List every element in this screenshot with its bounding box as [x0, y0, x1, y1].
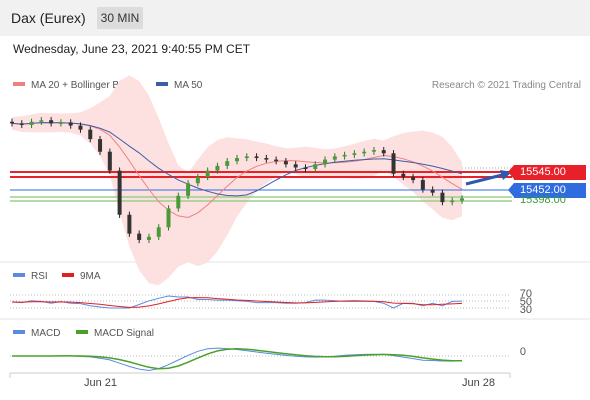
candle-body	[98, 139, 103, 152]
candle-body	[254, 156, 259, 159]
candle-body	[362, 151, 367, 154]
candle-body	[303, 167, 308, 170]
candle-body	[352, 153, 357, 155]
support-price-label: 15398.00	[520, 194, 566, 206]
candle-body	[19, 123, 24, 125]
candle-body	[440, 192, 445, 203]
legend-9ma-label: 9MA	[80, 271, 101, 282]
x-tick-jun28: Jun 28	[462, 377, 496, 389]
candle-body	[323, 159, 328, 165]
candle-body	[146, 236, 151, 240]
legend-swatch-9ma	[62, 273, 74, 278]
candle-body	[88, 129, 93, 140]
candle-body	[68, 122, 73, 126]
candle-body	[29, 121, 34, 125]
candle-body	[332, 156, 337, 160]
candle-body	[225, 161, 230, 166]
candle-body	[137, 233, 142, 240]
macd-zero-label: 0	[519, 346, 526, 358]
candle-body	[186, 183, 191, 196]
legend-macd-signal: MACD Signal	[76, 328, 154, 339]
candle-body	[39, 120, 44, 122]
chart-widget: Dax (Eurex) 30 MIN Wednesday, June 23, 2…	[0, 0, 590, 400]
legend-rsi: RSI	[13, 271, 48, 282]
candle-body	[166, 208, 171, 228]
candle-body	[391, 153, 396, 174]
candle-body	[244, 156, 249, 159]
candle-body	[450, 200, 455, 203]
macd-line	[12, 347, 463, 372]
candle-body	[313, 164, 318, 170]
candle-body	[156, 227, 161, 237]
candle-body	[283, 161, 288, 165]
candle-body	[215, 165, 220, 171]
candle-body	[371, 150, 376, 152]
legend-rsi-label: RSI	[31, 271, 48, 282]
legend-macd-label: MACD	[31, 328, 61, 339]
legend-9ma: 9MA	[62, 271, 101, 282]
legend-swatch-rsi	[13, 273, 25, 278]
candle-body	[176, 195, 181, 209]
legend-swatch-macd-signal	[76, 330, 88, 335]
resistance-price-tag: 15545.00	[508, 165, 586, 180]
rsi-9ma-line	[11, 297, 463, 308]
candle-body	[78, 125, 83, 130]
candle-body	[195, 176, 200, 184]
bollinger-band-area	[12, 75, 462, 286]
candle-body	[205, 170, 210, 177]
candle-body	[58, 122, 63, 124]
candle-body	[274, 159, 279, 162]
candle-body	[293, 164, 298, 168]
candle-body	[430, 189, 435, 193]
candle-body	[107, 151, 112, 171]
candle-body	[381, 150, 386, 154]
candle-body	[342, 154, 347, 157]
legend-swatch-macd	[13, 330, 25, 335]
candle-body	[49, 120, 54, 124]
legend-macd-signal-label: MACD Signal	[94, 328, 155, 339]
candle-body	[127, 214, 132, 234]
price-chart-svg	[0, 75, 590, 378]
candle-body	[420, 180, 425, 190]
macd-signal-line	[12, 348, 462, 370]
x-tick-jun21: Jun 21	[84, 377, 118, 389]
candle-body	[117, 170, 122, 215]
candle-body	[401, 173, 406, 177]
candle-body	[411, 176, 416, 181]
rsi-level-30: 30	[519, 304, 532, 316]
rsi-line	[11, 295, 463, 309]
candle-body	[460, 198, 464, 201]
candle-body	[264, 158, 269, 160]
candle-body	[235, 158, 239, 162]
candle-body	[10, 121, 14, 124]
legend-macd: MACD	[13, 328, 60, 339]
